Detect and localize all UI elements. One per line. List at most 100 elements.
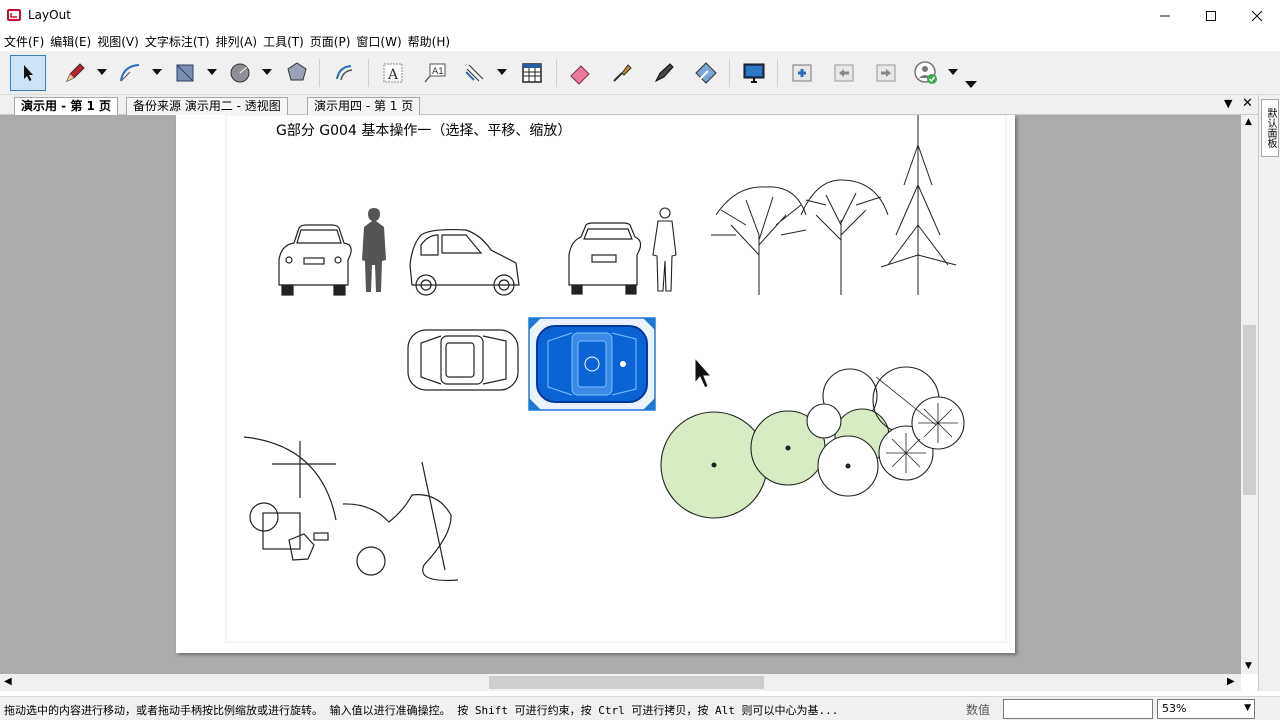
style-tool-button[interactable] <box>604 55 640 91</box>
vertical-scroll-thumb[interactable] <box>1243 325 1256 495</box>
default-tray-tab[interactable]: 默认面板 <box>1261 99 1279 157</box>
select-tool-button[interactable] <box>10 55 46 91</box>
drawing-canvas[interactable]: G部分 G004 基本操作一（选择、平移、缩放） <box>0 115 1241 674</box>
monitor-icon <box>743 63 765 83</box>
line-tool-dropdown[interactable] <box>95 65 109 79</box>
horizontal-scrollbar[interactable]: ◀ ▶ <box>0 674 1241 691</box>
tab-demo-page-1[interactable]: 演示用 - 第 1 页 <box>14 97 119 115</box>
circle-tool-dropdown[interactable] <box>260 65 274 79</box>
vertical-scrollbar[interactable]: ▲ ▼ <box>1241 115 1258 674</box>
selected-car-top-view[interactable] <box>528 317 656 411</box>
car-top-view[interactable] <box>407 329 519 391</box>
arrow-cursor-icon <box>24 65 33 81</box>
default-tray: 默认面板 <box>1258 95 1280 691</box>
eraser-icon <box>570 65 590 85</box>
rectangle-tool-dropdown[interactable] <box>205 65 219 79</box>
add-page-icon <box>792 64 812 82</box>
menu-arrange[interactable]: 排列(A) <box>215 33 263 50</box>
next-page-button[interactable] <box>868 55 904 91</box>
table-tool-button[interactable] <box>514 55 550 91</box>
title-bar: LayOut <box>0 0 1280 31</box>
menu-bar: 文件(F) 编辑(E) 视图(V) 文字标注(T) 排列(A) 工具(T) 页面… <box>0 31 1280 51</box>
chevron-down-icon <box>262 69 272 75</box>
person-silhouette[interactable] <box>362 208 386 292</box>
menu-tools[interactable]: 工具(T) <box>262 33 309 50</box>
circle-tool-button[interactable] <box>222 55 258 91</box>
dimension-tool-button[interactable] <box>457 55 493 91</box>
arc-tool-button[interactable] <box>112 55 148 91</box>
user-check-icon <box>914 61 937 84</box>
value-input[interactable] <box>1003 699 1153 719</box>
status-hint-text: 拖动选中的内容进行移动，或者拖动手柄按比例缩放或进行旋转。 输入值以进行准确操控… <box>4 704 839 717</box>
car-side-view[interactable] <box>409 228 520 296</box>
split-tool-button[interactable] <box>646 55 682 91</box>
minimize-icon <box>1160 15 1170 16</box>
scroll-left-icon[interactable]: ◀ <box>4 676 12 687</box>
rectangle-icon <box>176 64 194 82</box>
scroll-up-icon[interactable]: ▲ <box>1245 117 1252 127</box>
pencil-icon <box>66 63 85 82</box>
chevron-down-icon <box>497 69 507 75</box>
chevron-down-icon <box>97 69 107 75</box>
tab-demo-four-page-1[interactable]: 演示用四 - 第 1 页 <box>307 97 421 115</box>
eraser-tool-button[interactable] <box>562 55 598 91</box>
dimension-tool-dropdown[interactable] <box>495 65 509 79</box>
maximize-button[interactable] <box>1188 0 1234 31</box>
toolbar-separator <box>319 59 320 87</box>
text-tool-button[interactable]: A <box>375 55 411 91</box>
paper-page[interactable]: G部分 G004 基本操作一（选择、平移、缩放） <box>176 115 1015 653</box>
car-front-view[interactable] <box>278 224 352 296</box>
tab-backup-perspective[interactable]: 备份来源 演示用二 - 透视图 <box>126 97 288 115</box>
eyedropper-icon <box>613 64 632 82</box>
menu-edit[interactable]: 编辑(E) <box>49 33 96 50</box>
next-page-icon <box>876 64 896 82</box>
dimension-icon <box>465 64 484 82</box>
label-icon: A1 <box>424 63 446 83</box>
previous-page-button[interactable] <box>826 55 862 91</box>
status-bar: 拖动选中的内容进行移动，或者拖动手柄按比例缩放或进行旋转。 输入值以进行准确操控… <box>0 696 1280 720</box>
menu-text[interactable]: 文字标注(T) <box>144 33 215 50</box>
elevation-trees[interactable] <box>711 115 957 295</box>
tab-list-dropdown[interactable]: ▼ <box>1224 97 1232 110</box>
svg-text:A1: A1 <box>432 67 444 77</box>
arc-tool-dropdown[interactable] <box>150 65 164 79</box>
polygon-icon <box>287 62 307 81</box>
person-outline[interactable] <box>652 207 677 292</box>
collaborate-dropdown[interactable] <box>946 65 960 79</box>
menu-pages[interactable]: 页面(P) <box>309 33 356 50</box>
offset-icon <box>336 65 353 81</box>
scroll-right-icon[interactable]: ▶ <box>1227 676 1235 687</box>
pen-icon <box>654 63 674 83</box>
horizontal-scroll-thumb[interactable] <box>489 676 764 689</box>
offset-tool-button[interactable] <box>327 55 363 91</box>
layout-app-icon <box>7 9 21 21</box>
geometry-sketches[interactable] <box>243 436 459 582</box>
label-tool-button[interactable]: A1 <box>417 55 453 91</box>
menu-view[interactable]: 视图(V) <box>96 33 144 50</box>
menu-help[interactable]: 帮助(H) <box>407 33 455 50</box>
plant-plan-symbols[interactable] <box>660 366 965 519</box>
menu-file[interactable]: 文件(F) <box>3 33 49 50</box>
minimize-button[interactable] <box>1142 0 1188 31</box>
car-rear-view[interactable] <box>568 222 642 295</box>
toolbar-separator <box>777 59 778 87</box>
page-drawing <box>225 115 1007 643</box>
join-tool-button[interactable] <box>688 55 724 91</box>
close-button[interactable] <box>1234 0 1280 31</box>
toolbar-overflow-dropdown[interactable] <box>964 77 978 91</box>
scroll-down-icon[interactable]: ▼ <box>1245 661 1252 671</box>
add-page-button[interactable] <box>784 55 820 91</box>
polygon-tool-button[interactable] <box>279 55 315 91</box>
collaborate-button[interactable] <box>908 55 944 91</box>
zoom-select[interactable]: 53% ▼ <box>1157 699 1255 719</box>
presentation-button[interactable] <box>736 55 772 91</box>
table-icon <box>522 63 542 83</box>
close-icon <box>1251 10 1263 21</box>
tab-close-icon[interactable]: ✕ <box>1242 96 1253 111</box>
chevron-down-icon <box>965 80 977 88</box>
line-tool-button[interactable] <box>57 55 93 91</box>
rectangle-tool-button[interactable] <box>167 55 203 91</box>
chevron-down-icon <box>948 69 958 75</box>
previous-page-icon <box>834 64 854 82</box>
menu-window[interactable]: 窗口(W) <box>355 33 406 50</box>
